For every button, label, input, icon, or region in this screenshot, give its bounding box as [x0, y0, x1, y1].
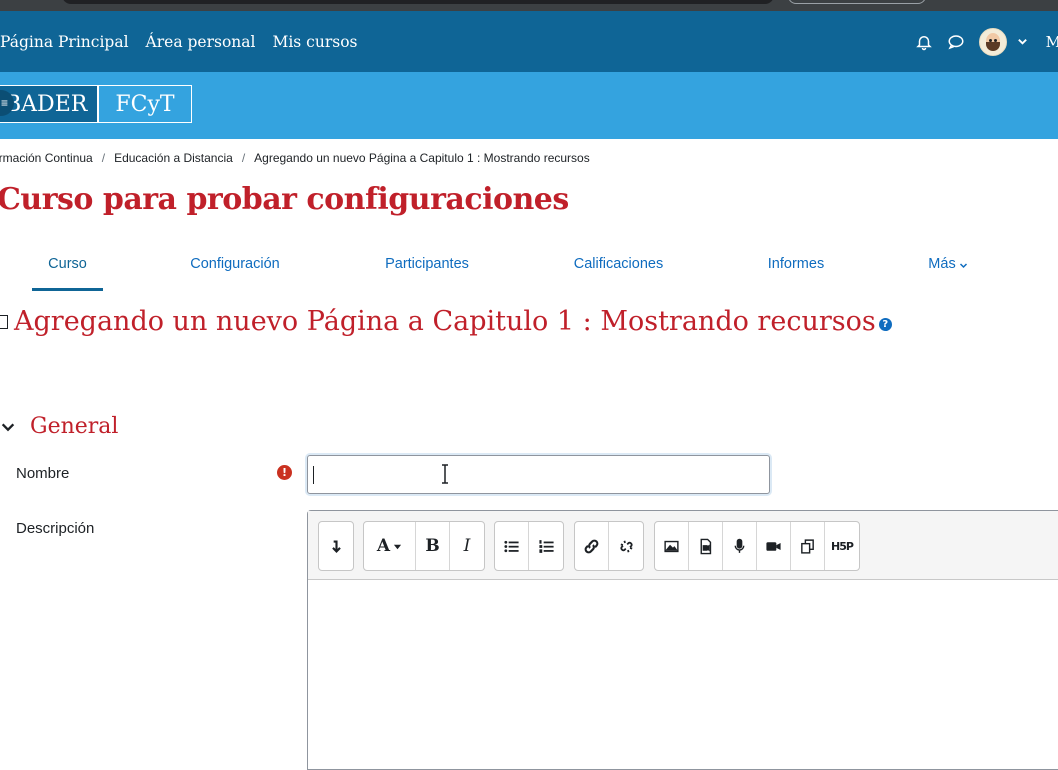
browser-address-bar[interactable] [62, 0, 774, 4]
media-button[interactable] [689, 522, 723, 570]
manage-files-icon [801, 538, 814, 554]
course-title: Curso para probar configuraciones [0, 182, 569, 217]
tab-course[interactable]: Curso [32, 240, 103, 291]
unlink-icon [619, 540, 633, 552]
manage-files-button[interactable] [791, 522, 825, 570]
text-cursor-icon [442, 464, 448, 484]
chevron-down-icon [959, 262, 967, 268]
breadcrumb: ormación Continua / Educación a Distanci… [0, 151, 590, 165]
nav-link-my-courses[interactable]: Mis cursos [272, 33, 357, 51]
logo-left-text: BADER [0, 86, 97, 122]
chat-icon[interactable] [947, 33, 965, 51]
tab-reports[interactable]: Informes [758, 240, 834, 288]
toolbar-group [494, 521, 564, 571]
tab-settings[interactable]: Configuración [180, 240, 290, 288]
bullet-list-icon [504, 540, 519, 552]
user-menu-initial[interactable]: M [1046, 33, 1058, 51]
nav-link-home[interactable]: Página Principal [0, 33, 129, 51]
tab-more-label: Más [928, 256, 956, 272]
browser-chrome [0, 0, 1058, 11]
page-heading-text: Agregando un nuevo Página a Capitulo 1 :… [14, 306, 876, 337]
breadcrumb-item[interactable]: ormación Continua [0, 151, 93, 165]
user-navigation: M [915, 11, 1058, 72]
toolbar-group [574, 521, 644, 571]
course-secondary-nav: Curso Configuración Participantes Califi… [0, 240, 1058, 291]
help-icon[interactable]: ? [878, 318, 892, 331]
site-logo[interactable]: BADER FCyT [0, 85, 192, 123]
name-input[interactable] [307, 455, 770, 494]
numbered-list-button[interactable] [529, 522, 563, 570]
breadcrumb-current: Agregando un nuevo Página a Capitulo 1 :… [254, 151, 590, 165]
hamburger-icon: ≡ [0, 96, 8, 110]
toolbar-group: A B I [363, 521, 485, 571]
section-title: General [30, 414, 119, 439]
video-camera-icon [766, 541, 781, 551]
editor-toolbar: A B I H5P [308, 511, 1058, 580]
link-icon [584, 539, 599, 553]
primary-navigation: Página Principal Área personal Mis curso… [0, 11, 375, 72]
tab-more[interactable]: Más [920, 240, 976, 288]
top-navbar: Página Principal Área personal Mis curso… [0, 11, 1058, 72]
font-style-icon: A [376, 536, 391, 556]
collapse-toolbar-button[interactable] [319, 522, 353, 570]
record-video-button[interactable] [757, 522, 791, 570]
record-audio-button[interactable] [723, 522, 757, 570]
numbered-list-icon [538, 539, 554, 553]
site-banner: BADER FCyT ≡ [0, 72, 1058, 139]
toolbar-group [318, 521, 354, 571]
chevron-down-icon[interactable] [1017, 36, 1028, 47]
page-resource-icon [0, 314, 8, 329]
tab-participants[interactable]: Participantes [377, 240, 477, 288]
bell-icon[interactable] [915, 33, 933, 51]
link-button[interactable] [575, 522, 609, 570]
bold-button[interactable]: B [416, 522, 450, 570]
h5p-button[interactable]: H5P [825, 522, 859, 570]
chevron-down-icon [1, 423, 15, 431]
image-icon [664, 540, 679, 552]
image-button[interactable] [655, 522, 689, 570]
description-editor[interactable]: A B I H5P [307, 510, 1058, 770]
microphone-icon [734, 538, 745, 553]
text-caret [313, 466, 314, 484]
nav-link-dashboard[interactable]: Área personal [146, 33, 256, 51]
required-icon: ! [277, 465, 292, 480]
user-avatar[interactable] [978, 27, 1007, 56]
page-heading: Agregando un nuevo Página a Capitulo 1 :… [0, 306, 892, 337]
caret-down-icon [393, 544, 402, 549]
toolbar-group: H5P [654, 521, 860, 571]
section-general-toggle[interactable]: General [0, 414, 118, 439]
browser-profile-pill[interactable] [788, 0, 926, 4]
tab-grades[interactable]: Calificaciones [566, 240, 671, 288]
editor-content-area[interactable] [308, 580, 1058, 769]
description-label: Descripción [16, 520, 95, 537]
bullet-list-button[interactable] [495, 522, 529, 570]
logo-right-text: FCyT [115, 91, 175, 117]
breadcrumb-item[interactable]: Educación a Distancia [114, 151, 233, 165]
collapse-icon [331, 539, 341, 553]
font-style-button[interactable]: A [364, 522, 416, 570]
media-file-icon [700, 538, 712, 554]
unlink-button[interactable] [609, 522, 643, 570]
name-label: Nombre [16, 465, 70, 482]
italic-button[interactable]: I [450, 522, 484, 570]
